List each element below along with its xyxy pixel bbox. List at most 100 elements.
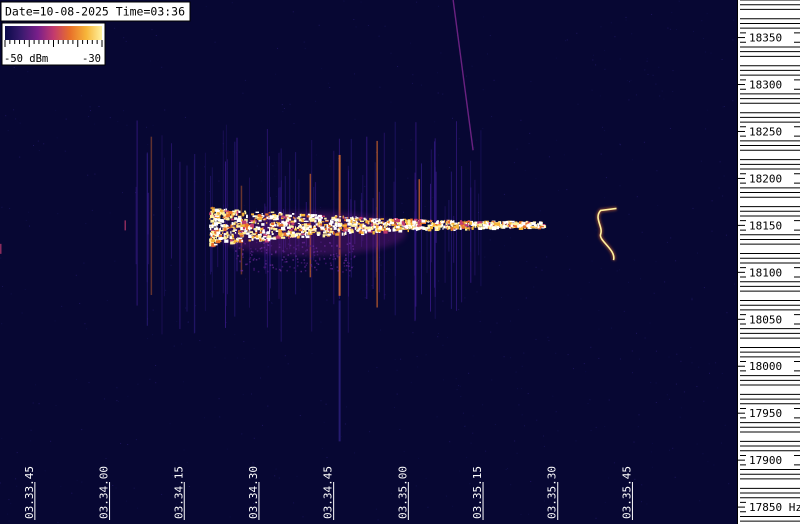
noise-speck	[1, 323, 3, 325]
signal-point	[262, 237, 265, 240]
signal-scatter	[297, 261, 299, 263]
noise-speck	[491, 116, 493, 118]
signal-point	[237, 223, 239, 225]
noise-speck	[466, 75, 468, 77]
noise-speck	[547, 336, 549, 338]
signal-point	[222, 220, 224, 223]
signal-point	[383, 230, 388, 234]
signal-point	[241, 240, 244, 242]
noise-speck	[658, 66, 660, 68]
noise-speck	[543, 445, 545, 447]
noise-speck	[517, 309, 519, 311]
signal-point	[271, 222, 275, 226]
noise-speck	[636, 332, 637, 334]
signal-point	[473, 221, 476, 224]
signal-scatter	[296, 265, 299, 267]
signal-point	[235, 221, 237, 225]
noise-speck	[510, 484, 512, 486]
signal-scatter	[348, 265, 350, 267]
signal-point	[266, 236, 268, 238]
signal-scatter	[293, 252, 295, 255]
noise-speck	[44, 470, 46, 472]
signal-scatter	[241, 252, 244, 255]
signal-point	[485, 226, 488, 229]
noise-speck	[329, 165, 331, 167]
signal-scatter	[265, 260, 267, 262]
noise-speck	[326, 299, 328, 301]
noise-speck	[652, 74, 654, 76]
signal-point	[306, 215, 310, 218]
signal-point	[279, 213, 281, 216]
signal-point	[296, 227, 299, 229]
signal-point	[337, 224, 342, 227]
signal-point	[250, 220, 254, 222]
noise-speck	[646, 503, 648, 505]
x-tick-label: 03.34.30	[247, 466, 260, 519]
signal-scatter	[332, 253, 335, 256]
noise-speck	[696, 443, 698, 445]
signal-point	[297, 223, 300, 224]
noise-speck	[364, 297, 366, 299]
signal-point	[471, 226, 474, 230]
signal-scatter	[263, 242, 265, 244]
signal-point	[285, 220, 289, 222]
noise-speck	[1, 437, 3, 439]
noise-speck	[19, 156, 21, 158]
signal-point	[303, 218, 306, 220]
signal-scatter	[335, 252, 338, 255]
noise-speck	[644, 337, 646, 339]
signal-point	[232, 210, 235, 212]
signal-point	[217, 208, 222, 210]
signal-point	[280, 236, 286, 239]
signal-point	[211, 206, 214, 208]
signal-point	[518, 224, 521, 227]
signal-point	[211, 225, 214, 229]
signal-point	[496, 222, 500, 226]
signal-point	[522, 222, 526, 226]
signal-point	[354, 218, 358, 221]
noise-speck	[242, 394, 244, 396]
signal-point	[308, 229, 313, 232]
signal-point	[265, 231, 267, 235]
signal-point	[291, 222, 295, 226]
noise-speck	[530, 81, 532, 82]
signal-scatter	[331, 268, 333, 270]
signal-scatter	[349, 242, 351, 245]
signal-point	[258, 217, 263, 220]
noise-speck	[348, 275, 350, 277]
noise-speck	[380, 329, 381, 331]
noise-speck	[604, 68, 606, 70]
noise-speck	[666, 394, 668, 396]
signal-point	[465, 222, 467, 225]
noise-speck	[608, 399, 610, 401]
noise-speck	[256, 208, 257, 210]
signal-scatter	[295, 248, 297, 250]
noise-speck	[619, 58, 621, 60]
signal-scatter	[269, 264, 272, 266]
signal-point	[407, 220, 411, 223]
noise-speck	[412, 82, 413, 84]
noise-speck	[437, 336, 439, 338]
noise-speck	[253, 437, 255, 439]
signal-point	[271, 231, 273, 233]
noise-speck	[94, 123, 96, 125]
x-tick-label: 03.33.45	[23, 466, 36, 519]
signal-point	[478, 221, 483, 224]
signal-point	[465, 227, 470, 230]
signal-point	[252, 215, 256, 218]
signal-point	[413, 227, 418, 230]
noise-speck	[176, 321, 178, 322]
signal-scatter	[329, 257, 331, 260]
signal-scatter	[293, 246, 295, 249]
noise-speck	[664, 281, 666, 283]
noise-speck	[153, 214, 155, 216]
noise-speck	[647, 73, 649, 75]
signal-point	[281, 220, 284, 224]
y-tick-label: 17950	[749, 407, 782, 420]
signal-scatter	[255, 241, 258, 244]
signal-point	[361, 229, 366, 232]
signal-point	[244, 230, 248, 232]
x-tick-label: 03.35.00	[396, 466, 409, 519]
signal-point	[273, 228, 278, 231]
noise-speck	[507, 467, 508, 469]
